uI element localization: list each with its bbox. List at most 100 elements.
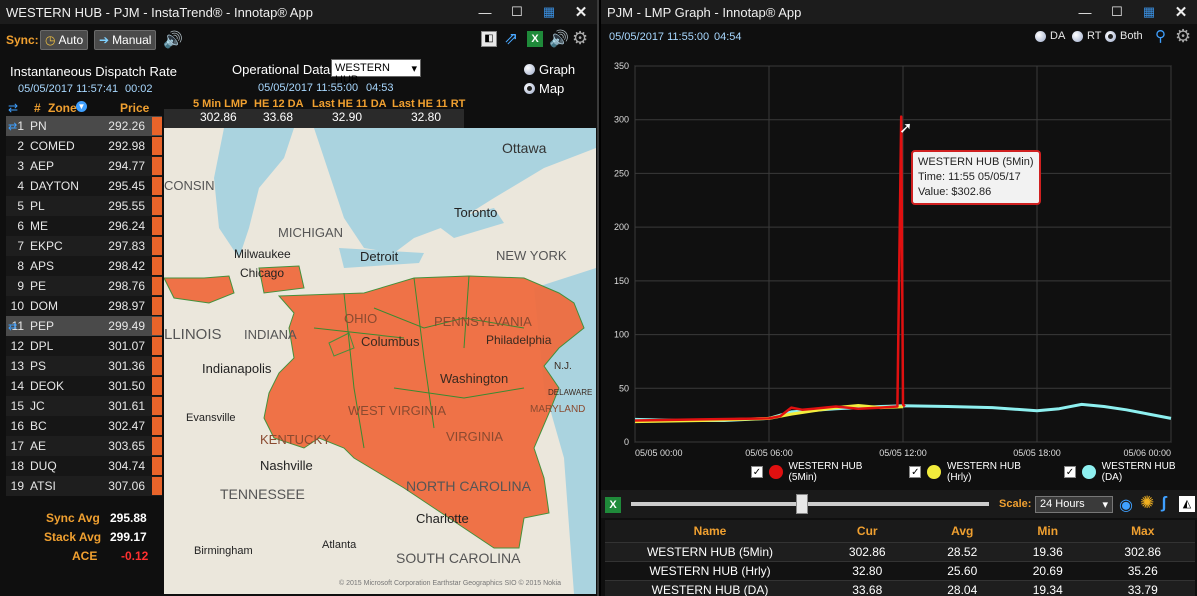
y-tick-label: 350 (614, 61, 629, 71)
price-bar (152, 217, 162, 235)
auto-sync-button[interactable]: ◷ Auto (40, 30, 89, 50)
rt-radio[interactable]: RT (1072, 30, 1101, 42)
zone-row[interactable]: ⇄16BC302.47 (6, 416, 162, 436)
speaker-icon-2[interactable]: 🔊 (549, 29, 569, 49)
speaker-icon[interactable]: 🔊 (163, 30, 183, 50)
map-label-kentucky: KENTUCKY (260, 432, 331, 447)
tile-icon[interactable]: ▦ (533, 0, 565, 24)
map-label-maryland: MARYLAND (530, 404, 586, 415)
col-max[interactable]: Max (1090, 520, 1195, 542)
zone-row[interactable]: ⇄6ME296.24 (6, 216, 162, 236)
legend-checkbox-hrly[interactable]: ✓ (909, 466, 922, 478)
excel-icon[interactable]: X (605, 497, 621, 513)
chart-area-icon[interactable]: ◭ (1179, 496, 1195, 512)
radio-icon (1072, 30, 1083, 42)
spinner-icon[interactable]: ✺ (1140, 493, 1154, 513)
zone-select-value: WESTERN HUB (335, 62, 390, 86)
map-label-consin: CONSIN (164, 178, 215, 193)
zone-row[interactable]: ⇄19ATSI307.06 (6, 476, 162, 496)
lmp-graph-window: PJM - LMP Graph - Innotap® App — ☐ ▦ ✕ 0… (601, 0, 1197, 596)
price-bar (152, 117, 162, 135)
location-pin-icon[interactable]: ⚲ (1155, 27, 1166, 45)
legend-checkbox-da[interactable]: ✓ (1064, 466, 1076, 478)
panel-icon[interactable]: ◧ (481, 31, 497, 47)
zone-row[interactable]: ⇄7EKPC297.83 (6, 236, 162, 256)
time-slider-thumb[interactable] (796, 494, 808, 514)
ace-label: ACE (72, 549, 98, 563)
maximize-icon[interactable]: ☐ (1101, 0, 1133, 24)
col-avg[interactable]: Avg (919, 520, 1005, 542)
eye-icon[interactable]: ◉ (1119, 495, 1133, 515)
gear-icon[interactable]: ⚙ (572, 28, 588, 49)
zone-row[interactable]: ⇄10DOM298.97 (6, 296, 162, 316)
table-row[interactable]: WESTERN HUB (5Min) 302.86 28.52 19.36 30… (605, 541, 1195, 561)
table-row[interactable]: WESTERN HUB (DA) 33.68 28.04 19.34 33.79 (605, 579, 1195, 596)
zone-row[interactable]: ⇄8APS298.42 (6, 256, 162, 276)
table-row[interactable]: WESTERN HUB (Hrly) 32.80 25.60 20.69 35.… (605, 560, 1195, 580)
zone-name: PE (30, 279, 47, 293)
zone-row[interactable]: ⇄13PS301.36 (6, 356, 162, 376)
col-price[interactable]: Price (120, 101, 149, 115)
zone-name: PL (30, 199, 45, 213)
tile-icon[interactable]: ▦ (1133, 0, 1165, 24)
gear-icon[interactable]: ⚙ (1175, 26, 1191, 47)
zone-name: BC (30, 419, 47, 433)
sort-down-icon[interactable]: ▼ (76, 101, 87, 112)
map-label-tennessee: TENNESSEE (220, 486, 305, 502)
col-zone[interactable]: Zone (48, 101, 77, 115)
minimize-icon[interactable]: — (1069, 0, 1101, 24)
zone-row[interactable]: ⇄5PL295.55 (6, 196, 162, 216)
col-min[interactable]: Min (1004, 520, 1091, 542)
zone-row[interactable]: ⇄4DAYTON295.45 (6, 176, 162, 196)
zone-row[interactable]: ⇄18DUQ304.74 (6, 456, 162, 476)
time-slider-track[interactable] (631, 502, 989, 506)
excel-icon[interactable]: X (527, 31, 543, 47)
graph-radio[interactable]: Graph (524, 62, 575, 77)
zone-row[interactable]: ⇄17AE303.65 (6, 436, 162, 456)
maximize-icon[interactable]: ☐ (501, 0, 533, 24)
close-icon[interactable]: ✕ (1165, 0, 1197, 24)
zone-price: 298.76 (108, 279, 145, 293)
zone-row[interactable]: ⇄15JC301.61 (6, 396, 162, 416)
zone-select[interactable]: WESTERN HUB ▾ (331, 59, 421, 86)
dispatch-elapsed: 00:02 (125, 83, 153, 95)
price-bar (152, 277, 162, 295)
tooltip-time: Time: 11:55 05/05/17 (918, 171, 1021, 183)
zone-price: 294.77 (108, 159, 145, 173)
manual-sync-button[interactable]: ➔ Manual (94, 30, 157, 50)
cell-avg: 25.60 (919, 560, 1005, 580)
zone-row[interactable]: ⇄ 11 PEP 299.49 (6, 316, 162, 336)
minimize-icon[interactable]: — (469, 0, 501, 24)
map-label-north-carolina: NORTH CAROLINA (406, 478, 531, 494)
curve-icon[interactable]: ʃ (1161, 493, 1167, 513)
sync-avg-value: 295.88 (110, 511, 147, 525)
zone-row[interactable]: ⇄2COMED292.98 (6, 136, 162, 156)
zone-name: DUQ (30, 459, 57, 473)
map-label-ottawa: Ottawa (502, 140, 547, 156)
col-name[interactable]: Name (605, 520, 815, 542)
zone-row[interactable]: ⇄14DEOK301.50 (6, 376, 162, 396)
lmp-chart[interactable]: 0 50 100 150 200 250 300 350 05/05 00:00 05/05 06… (601, 52, 1197, 482)
map-label-pennsylvania: PENNSYLVANIA (434, 314, 532, 329)
zone-name: APS (30, 259, 55, 273)
close-icon[interactable]: ✕ (565, 0, 597, 24)
manual-label: Manual (112, 33, 152, 47)
zone-price: 303.65 (108, 439, 145, 453)
zone-row[interactable]: ⇄9PE298.76 (6, 276, 162, 296)
legend-checkbox-5min[interactable]: ✓ (751, 466, 763, 478)
da-radio[interactable]: DA (1035, 30, 1065, 42)
zone-name: AEP (30, 159, 55, 173)
zone-row[interactable]: ⇄3AEP294.77 (6, 156, 162, 176)
zone-row[interactable]: ⇄ 1 PN 292.26 (6, 116, 162, 136)
sync-arrows-icon: ⇄ (8, 101, 19, 115)
legend-label-5min: WESTERN HUB (5Min) (788, 461, 863, 483)
col-cur[interactable]: Cur (815, 520, 920, 542)
both-radio[interactable]: Both (1105, 30, 1143, 42)
map-radio[interactable]: Map (524, 81, 564, 96)
zone-row[interactable]: ⇄12DPL301.07 (6, 336, 162, 356)
scale-select[interactable]: 24 Hours ▾ (1035, 496, 1113, 513)
pjm-map[interactable]: Ottawa CONSIN MICHIGAN Toronto Milwaukee… (164, 128, 596, 594)
popout-icon[interactable]: ⇗ (504, 29, 518, 49)
chevron-down-icon: ▾ (411, 63, 417, 75)
zone-name: COMED (30, 139, 75, 153)
